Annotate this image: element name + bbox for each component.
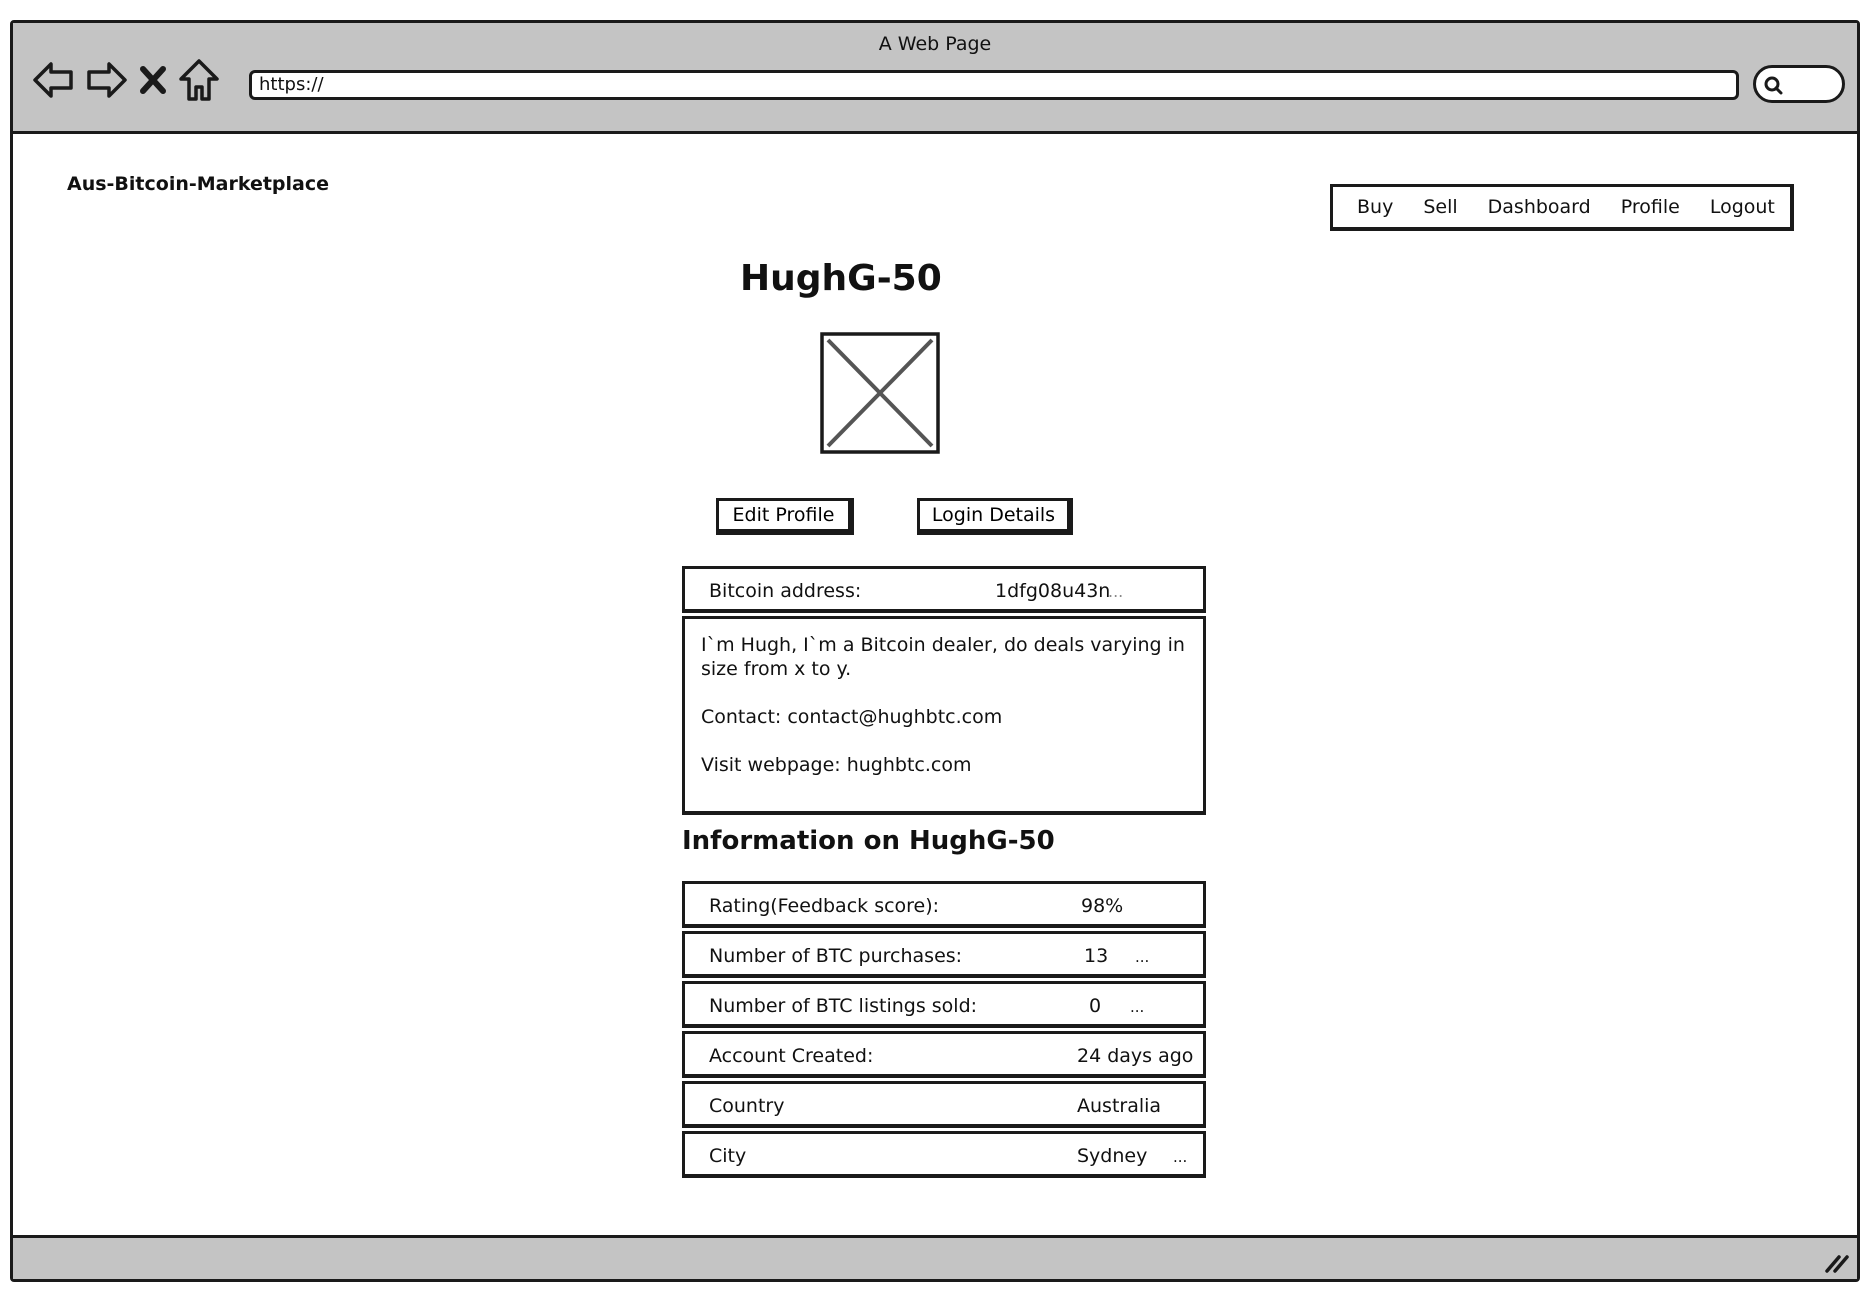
info-row-account-created: Account Created: 24 days ago xyxy=(682,1031,1206,1078)
home-icon[interactable] xyxy=(177,57,221,103)
info-value: 98% xyxy=(1081,895,1124,917)
bio-intro: I`m Hugh, I`m a Bitcoin dealer, do deals… xyxy=(701,634,1185,680)
info-row-purchases: Number of BTC purchases: 13 ... xyxy=(682,931,1206,978)
nav-item-dashboard[interactable]: Dashboard xyxy=(1488,196,1591,218)
search-icon xyxy=(1764,76,1783,95)
avatar-image-placeholder xyxy=(820,332,940,454)
bitcoin-address-label: Bitcoin address: xyxy=(709,580,862,602)
profile-username: HughG-50 xyxy=(740,258,942,299)
nav-item-logout[interactable]: Logout xyxy=(1710,196,1775,218)
info-heading: Information on HughG-50 xyxy=(682,826,1055,856)
info-row-listings-sold: Number of BTC listings sold: 0 ... xyxy=(682,981,1206,1028)
info-value: 24 days ago xyxy=(1077,1045,1194,1067)
info-more[interactable]: ... xyxy=(1135,948,1149,966)
main-nav: Buy Sell Dashboard Profile Logout xyxy=(1330,184,1794,231)
info-label: Number of BTC purchases: xyxy=(709,945,963,967)
edit-profile-button[interactable]: Edit Profile xyxy=(716,498,854,535)
close-icon[interactable] xyxy=(135,57,171,103)
bio-contact: Contact: contact@hughbtc.com xyxy=(701,706,1003,728)
nav-item-profile[interactable]: Profile xyxy=(1621,196,1680,218)
info-value: Sydney xyxy=(1077,1145,1148,1167)
info-row-country: Country Australia xyxy=(682,1081,1206,1128)
info-row-rating: Rating(Feedback score): 98% xyxy=(682,881,1206,928)
browser-nav-controls xyxy=(31,55,221,105)
bitcoin-address-value[interactable]: 1dfg08u43n xyxy=(995,580,1110,602)
info-value: 13 xyxy=(1084,945,1109,967)
window-title: A Web Page xyxy=(878,33,992,55)
browser-statusbar xyxy=(13,1235,1857,1279)
back-icon[interactable] xyxy=(31,57,77,103)
url-input[interactable]: https:// xyxy=(249,70,1739,100)
browser-search-field[interactable] xyxy=(1753,65,1845,103)
bio-webpage: Visit webpage: hughbtc.com xyxy=(701,754,972,776)
info-value: 0 xyxy=(1089,995,1102,1017)
info-more[interactable]: ... xyxy=(1130,998,1144,1016)
info-value: Australia xyxy=(1077,1095,1162,1117)
forward-icon[interactable] xyxy=(83,57,129,103)
info-label: Rating(Feedback score): xyxy=(709,895,940,917)
bitcoin-address-row: Bitcoin address: 1dfg08u43n ... xyxy=(682,566,1206,613)
login-details-button[interactable]: Login Details xyxy=(917,498,1073,535)
info-row-city: City Sydney ... xyxy=(682,1131,1206,1178)
info-more[interactable]: ... xyxy=(1173,1148,1187,1166)
bitcoin-address-ellipsis: ... xyxy=(1108,582,1124,601)
info-label: Number of BTC listings sold: xyxy=(709,995,978,1017)
info-label: City xyxy=(709,1145,747,1167)
brand-logo[interactable]: Aus-Bitcoin-Marketplace xyxy=(67,173,329,195)
resize-grip-icon[interactable] xyxy=(1823,1251,1849,1273)
browser-titlebar: A Web Page https:// xyxy=(13,23,1857,134)
info-label: Account Created: xyxy=(709,1045,874,1067)
info-label: Country xyxy=(709,1095,785,1117)
nav-item-buy[interactable]: Buy xyxy=(1357,196,1393,218)
nav-item-sell[interactable]: Sell xyxy=(1423,196,1457,218)
profile-bio: I`m Hugh, I`m a Bitcoin dealer, do deals… xyxy=(682,616,1206,815)
